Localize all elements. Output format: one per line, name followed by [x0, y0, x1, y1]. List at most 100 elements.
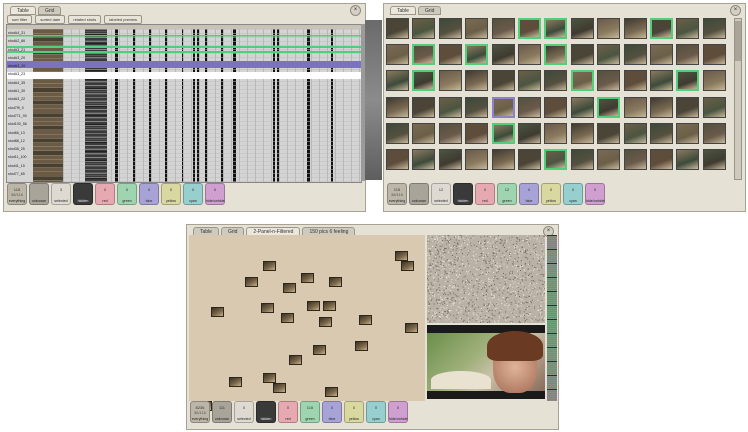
scatter-thumbnail[interactable] [289, 355, 302, 365]
scrollbar-thumb[interactable] [735, 21, 741, 61]
grid-thumbnail[interactable] [597, 96, 621, 118]
grid-thumbnail[interactable] [386, 44, 409, 66]
scatter-thumbnail[interactable] [261, 303, 274, 313]
label-button-everything[interactable]: 8236 36/116 everything [190, 401, 210, 423]
scatter-thumbnail[interactable] [281, 313, 294, 323]
label-button-unknown[interactable]: 111 unknown [212, 401, 232, 423]
grid-thumbnail[interactable] [623, 70, 647, 92]
scatter-thumbnail[interactable] [395, 251, 408, 261]
label-button-cyan[interactable]: 0 cyan [366, 401, 386, 423]
row-label[interactable]: shotA3_21 [8, 46, 33, 54]
label-button-unknown[interactable]: unknown [409, 183, 429, 205]
label-button-hide-unhide[interactable]: 0 hide/unhide [585, 183, 605, 205]
grid-thumbnail[interactable] [650, 44, 673, 66]
scatter-thumbnail[interactable] [329, 277, 342, 287]
scatter-thumbnail[interactable] [229, 377, 242, 387]
scatter-thumbnail[interactable] [359, 315, 372, 325]
scatter-thumbnail[interactable] [263, 373, 276, 383]
grid-thumbnail[interactable] [438, 149, 462, 170]
grid-thumbnail[interactable] [412, 18, 436, 39]
grid-thumbnail[interactable] [650, 149, 673, 170]
thumbnail-scatter[interactable] [189, 235, 425, 411]
grid-thumbnail[interactable] [702, 44, 726, 66]
label-button-green[interactable]: 116 green [300, 401, 320, 423]
row-label[interactable]: shot11_100 [8, 153, 33, 161]
label-button-red[interactable]: 0 red [475, 183, 495, 205]
scatter-thumbnail[interactable] [405, 323, 418, 333]
grid-thumbnail[interactable] [491, 44, 515, 66]
grid-thumbnail[interactable] [676, 96, 700, 118]
grid-thumbnail[interactable] [438, 122, 462, 144]
filter-sort[interactable]: sort filter [7, 15, 33, 24]
scatter-thumbnail[interactable] [401, 261, 414, 271]
video-preview[interactable] [427, 325, 545, 399]
label-button-selected[interactable]: 12 selected [431, 183, 451, 205]
tab-table[interactable]: Table [390, 6, 416, 15]
scatter-thumbnail[interactable] [355, 341, 368, 351]
row-label[interactable]: shot41_15 [8, 162, 33, 170]
label-button-yellow[interactable]: 0 yellow [541, 183, 561, 205]
grid-thumbnail[interactable] [491, 149, 515, 170]
label-button-hidden[interactable]: hidden [73, 183, 93, 205]
filter-labeled-preview[interactable]: labeled preview [104, 15, 143, 24]
label-button-selected[interactable]: 3 selected [51, 183, 71, 205]
row-label[interactable]: shot66_13 [8, 129, 33, 137]
grid-thumbnail[interactable] [386, 70, 409, 92]
grid-thumbnail[interactable] [544, 70, 568, 92]
grid-thumbnail[interactable] [386, 18, 409, 39]
grid-thumbnail[interactable] [465, 149, 489, 170]
row-label[interactable]: shot38_25 [8, 145, 33, 153]
grid-thumbnail[interactable] [623, 44, 647, 66]
filter-sorted-date[interactable]: sorted date [35, 15, 66, 24]
grid-thumbnail[interactable] [623, 18, 647, 39]
scatter-thumbnail[interactable] [307, 301, 320, 311]
label-button-yellow[interactable]: 0 yellow [344, 401, 364, 423]
grid-thumbnail[interactable] [570, 122, 594, 144]
grid-thumbnail[interactable] [544, 44, 568, 66]
shot-table[interactable]: shotA4_31 shotA2_86 shotA3_21 shotA3_20 shot… [6, 24, 362, 183]
row-label[interactable]: shotA3_20 [8, 54, 33, 62]
scatter-thumbnail[interactable] [283, 283, 296, 293]
grid-thumbnail[interactable] [386, 96, 409, 118]
row-label[interactable]: shot77_65 [8, 170, 33, 178]
row-label[interactable]: shot88_12 [8, 137, 33, 145]
grid-thumbnail[interactable] [570, 18, 594, 39]
grid-thumbnail[interactable] [438, 18, 462, 39]
grid-thumbnail[interactable] [623, 122, 647, 144]
label-button-selected[interactable]: 0 selected [234, 401, 254, 423]
label-button-unknown[interactable]: unknown [29, 183, 49, 205]
grid-thumbnail[interactable] [438, 44, 462, 66]
grid-thumbnail[interactable] [597, 44, 621, 66]
grid-thumbnail[interactable] [702, 18, 726, 39]
close-icon[interactable]: × [730, 5, 741, 16]
thumbnail-grid[interactable] [386, 18, 734, 178]
grid-thumbnail[interactable] [570, 149, 594, 170]
grid-thumbnail[interactable] [544, 96, 568, 118]
close-icon[interactable]: × [350, 5, 361, 16]
grid-thumbnail[interactable] [465, 96, 489, 118]
scatter-thumbnail[interactable] [319, 317, 332, 327]
grid-thumbnail[interactable] [650, 70, 673, 92]
label-button-cyan[interactable]: 0 cyan [183, 183, 203, 205]
row-label[interactable]: shotA3_19 [8, 62, 33, 70]
grid-thumbnail[interactable] [465, 44, 489, 66]
grid-thumbnail[interactable] [702, 122, 726, 144]
grid-thumbnail[interactable] [597, 70, 621, 92]
row-label[interactable]: shotA4_35 [8, 79, 33, 87]
scrollbar[interactable] [734, 18, 742, 180]
grid-thumbnail[interactable] [518, 18, 541, 39]
grid-thumbnail[interactable] [676, 149, 700, 170]
grid-thumbnail[interactable] [518, 44, 541, 66]
scatter-thumbnail[interactable] [211, 307, 224, 317]
label-button-hide-unhide[interactable]: 0 hide/unhide [205, 183, 225, 205]
row-label[interactable]: shot771_90 [8, 112, 33, 120]
grid-thumbnail[interactable] [650, 96, 673, 118]
grid-thumbnail[interactable] [544, 122, 568, 144]
grid-thumbnail[interactable] [650, 18, 673, 39]
scatter-thumbnail[interactable] [263, 261, 276, 271]
label-button-blue[interactable]: 0 blue [322, 401, 342, 423]
label-button-hidden[interactable]: hidden [453, 183, 473, 205]
filter-related-shots[interactable]: related shots [68, 15, 102, 24]
grid-thumbnail[interactable] [412, 44, 436, 66]
grid-thumbnail[interactable] [676, 44, 700, 66]
